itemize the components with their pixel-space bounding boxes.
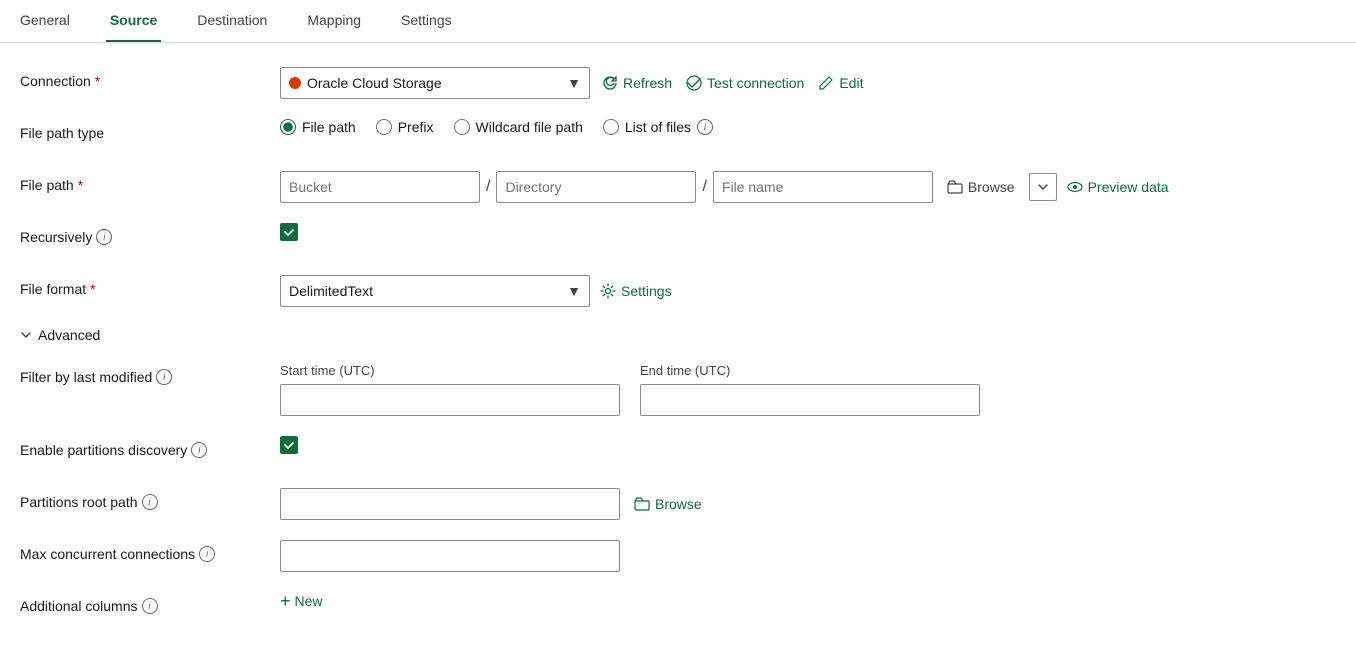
refresh-button[interactable]: Refresh [600, 71, 674, 95]
additional-columns-row: Additional columns i + New [20, 592, 1336, 624]
partitions-browse-button[interactable]: Browse [630, 492, 706, 516]
test-connection-icon [686, 75, 702, 91]
end-time-label: End time (UTC) [640, 363, 980, 378]
path-separator-1: / [486, 178, 490, 196]
enable-partitions-row: Enable partitions discovery i [20, 436, 1336, 468]
file-path-inputs: / / [280, 171, 933, 203]
filename-input[interactable] [713, 171, 933, 203]
file-format-label: File format * [20, 275, 280, 297]
recursively-row: Recursively i [20, 223, 1336, 255]
recursively-info-icon: i [96, 229, 112, 245]
advanced-toggle[interactable]: Advanced [20, 327, 1336, 343]
recursively-label: Recursively i [20, 223, 280, 245]
start-time-input[interactable] [280, 384, 620, 416]
filter-last-modified-label: Filter by last modified i [20, 363, 280, 385]
advanced-chevron-icon [20, 329, 32, 341]
connection-status-dot [289, 77, 301, 89]
file-path-controls: / / Browse [280, 171, 1336, 203]
radio-listfiles[interactable]: List of files i [603, 119, 713, 135]
max-concurrent-controls [280, 540, 1336, 572]
enable-partitions-info-icon: i [191, 442, 207, 458]
radio-prefix[interactable]: Prefix [376, 119, 434, 135]
utc-group: Start time (UTC) End time (UTC) [280, 363, 980, 416]
bucket-input[interactable] [280, 171, 480, 203]
directory-input[interactable] [496, 171, 696, 203]
connection-label: Connection * [20, 67, 280, 89]
connection-chevron-icon: ▼ [567, 75, 581, 91]
end-time-col: End time (UTC) [640, 363, 980, 416]
filter-last-modified-controls: Start time (UTC) End time (UTC) [280, 363, 1336, 416]
partitions-root-path-input[interactable] [280, 488, 620, 520]
connection-row: Connection * Oracle Cloud Storage ▼ Refr… [20, 67, 1336, 99]
connection-dropdown[interactable]: Oracle Cloud Storage ▼ [280, 67, 590, 99]
path-separator-2: / [702, 178, 706, 196]
partitions-root-path-info-icon: i [142, 494, 158, 510]
radio-filepath[interactable]: File path [280, 119, 356, 135]
radio-wildcard[interactable]: Wildcard file path [454, 119, 583, 135]
tab-destination[interactable]: Destination [193, 0, 271, 42]
file-format-controls: DelimitedText ▼ Settings [280, 275, 1336, 307]
chevron-down-icon [1037, 181, 1049, 193]
file-path-type-label: File path type [20, 119, 280, 141]
edit-button[interactable]: Edit [816, 71, 865, 95]
connection-controls: Oracle Cloud Storage ▼ Refresh Test conn… [280, 67, 1336, 99]
filter-last-modified-info-icon: i [156, 369, 172, 385]
enable-partitions-checkbox[interactable] [280, 436, 298, 454]
partitions-root-path-label: Partitions root path i [20, 488, 280, 510]
settings-gear-icon [600, 283, 616, 299]
tab-general[interactable]: General [16, 0, 74, 42]
additional-columns-label: Additional columns i [20, 592, 280, 614]
partitions-browse-icon [634, 496, 650, 512]
file-format-dropdown[interactable]: DelimitedText ▼ [280, 275, 590, 307]
new-column-button[interactable]: + New [280, 592, 323, 610]
start-time-col: Start time (UTC) [280, 363, 620, 416]
end-time-input[interactable] [640, 384, 980, 416]
max-concurrent-label: Max concurrent connections i [20, 540, 280, 562]
file-path-row: File path * / / Browse [20, 171, 1336, 203]
plus-icon: + [280, 592, 291, 610]
max-concurrent-info-icon: i [199, 546, 215, 562]
file-format-row: File format * DelimitedText ▼ Settings [20, 275, 1336, 307]
filter-last-modified-row: Filter by last modified i Start time (UT… [20, 363, 1336, 416]
recursively-controls [280, 223, 1336, 241]
file-path-label: File path * [20, 171, 280, 193]
browse-button[interactable]: Browse [943, 175, 1019, 199]
recursively-checkbox-box[interactable] [280, 223, 298, 241]
file-path-type-controls: File path Prefix Wildcard file path List… [280, 119, 1336, 135]
additional-columns-info-icon: i [142, 598, 158, 614]
radio-group: File path Prefix Wildcard file path List… [280, 119, 713, 135]
max-concurrent-row: Max concurrent connections i [20, 540, 1336, 572]
tab-source[interactable]: Source [106, 0, 161, 42]
format-chevron-icon: ▼ [567, 283, 581, 299]
preview-data-button[interactable]: Preview data [1067, 179, 1169, 195]
tab-bar: General Source Destination Mapping Setti… [0, 0, 1356, 43]
expand-button[interactable] [1029, 173, 1057, 201]
browse-icon [947, 179, 963, 195]
list-of-files-info-icon: i [697, 119, 713, 135]
test-connection-button[interactable]: Test connection [684, 71, 806, 95]
tab-mapping[interactable]: Mapping [303, 0, 365, 42]
edit-icon [818, 75, 834, 91]
refresh-icon [602, 75, 618, 91]
tab-settings[interactable]: Settings [397, 0, 456, 42]
partitions-root-path-controls: Browse [280, 488, 1336, 520]
connection-value: Oracle Cloud Storage [307, 75, 561, 91]
additional-columns-controls: + New [280, 592, 1336, 610]
start-time-label: Start time (UTC) [280, 363, 620, 378]
settings-button[interactable]: Settings [600, 283, 672, 299]
enable-partitions-label: Enable partitions discovery i [20, 436, 280, 458]
preview-icon [1067, 179, 1083, 195]
file-path-type-row: File path type File path Prefix Wildcard… [20, 119, 1336, 151]
enable-partitions-controls [280, 436, 1336, 454]
check-icon-partitions [283, 439, 295, 451]
enable-partitions-checkbox-box[interactable] [280, 436, 298, 454]
recursively-checkbox[interactable] [280, 223, 298, 241]
partitions-root-path-row: Partitions root path i Browse [20, 488, 1336, 520]
max-concurrent-input[interactable] [280, 540, 620, 572]
main-content: Connection * Oracle Cloud Storage ▼ Refr… [0, 43, 1356, 668]
check-icon [283, 226, 295, 238]
